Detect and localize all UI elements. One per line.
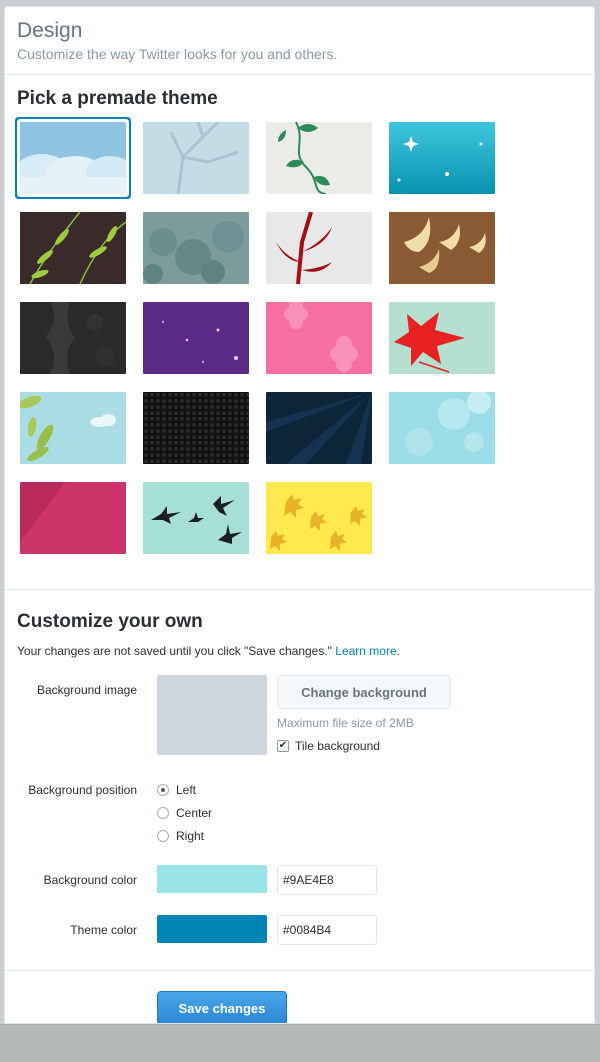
background-image-preview bbox=[157, 675, 267, 755]
save-note: Your changes are not saved until you cli… bbox=[17, 644, 400, 658]
change-background-button[interactable]: Change background bbox=[277, 675, 451, 709]
theme-winter-branches[interactable] bbox=[143, 122, 249, 194]
position-center-radio[interactable] bbox=[157, 807, 169, 819]
tile-background-option[interactable]: ✔ Tile background bbox=[277, 739, 380, 753]
position-right-label: Right bbox=[176, 829, 205, 843]
position-right-option[interactable]: Right bbox=[157, 829, 204, 843]
customize-heading: Customize your own bbox=[17, 611, 203, 632]
theme-color-swatch[interactable] bbox=[157, 915, 267, 943]
position-left-radio[interactable] bbox=[157, 784, 169, 796]
theme-clouds[interactable] bbox=[20, 122, 126, 194]
section-divider bbox=[5, 589, 594, 590]
theme-foliage[interactable] bbox=[143, 212, 249, 284]
background-image-label: Background image bbox=[36, 683, 137, 697]
save-note-text: Your changes are not saved until you cli… bbox=[17, 644, 336, 658]
theme-navy-rays[interactable] bbox=[266, 392, 372, 464]
theme-birds-silhouette[interactable] bbox=[143, 482, 249, 554]
theme-hex-black[interactable] bbox=[143, 392, 249, 464]
theme-bokeh-aqua[interactable] bbox=[389, 392, 495, 464]
theme-sparkle-teal[interactable] bbox=[389, 122, 495, 194]
background-color-swatch[interactable] bbox=[157, 865, 267, 893]
position-center-option[interactable]: Center bbox=[157, 806, 212, 820]
design-header: Design Customize the way Twitter looks f… bbox=[5, 7, 594, 75]
tile-background-checkbox[interactable]: ✔ bbox=[277, 740, 289, 752]
theme-dark-grunge[interactable] bbox=[20, 302, 126, 374]
theme-purple-stars[interactable] bbox=[143, 302, 249, 374]
page-title: Design bbox=[17, 19, 83, 42]
theme-red-leaves[interactable] bbox=[389, 302, 495, 374]
save-changes-button[interactable]: Save changes bbox=[157, 991, 287, 1023]
learn-more-link[interactable]: Learn more bbox=[335, 644, 396, 658]
position-left-option[interactable]: Left bbox=[157, 783, 196, 797]
theme-red-branch[interactable] bbox=[266, 212, 372, 284]
theme-color-label: Theme color bbox=[70, 923, 137, 937]
save-note-end: . bbox=[396, 644, 400, 658]
tile-background-label: Tile background bbox=[295, 739, 380, 753]
position-center-label: Center bbox=[176, 806, 213, 820]
position-left-label: Left bbox=[176, 783, 197, 797]
max-file-size-hint: Maximum file size of 2MB bbox=[277, 716, 414, 730]
theme-pink-flowers[interactable] bbox=[266, 302, 372, 374]
premade-theme-heading: Pick a premade theme bbox=[17, 88, 218, 109]
background-color-input[interactable] bbox=[277, 865, 377, 895]
footer-divider bbox=[5, 970, 594, 971]
position-right-radio[interactable] bbox=[157, 830, 169, 842]
theme-birds-gold[interactable] bbox=[389, 212, 495, 284]
theme-vine[interactable] bbox=[266, 122, 372, 194]
theme-bamboo[interactable] bbox=[20, 212, 126, 284]
page-bottom-strip bbox=[0, 1024, 600, 1062]
page-subtitle: Customize the way Twitter looks for you … bbox=[17, 46, 338, 62]
background-position-label: Background position bbox=[28, 783, 137, 797]
theme-color-input[interactable] bbox=[277, 915, 377, 945]
background-color-label: Background color bbox=[43, 873, 137, 887]
theme-magenta[interactable] bbox=[20, 482, 126, 554]
theme-leaves-sky[interactable] bbox=[20, 392, 126, 464]
theme-yellow-leaves[interactable] bbox=[266, 482, 372, 554]
design-panel: Design Customize the way Twitter looks f… bbox=[4, 6, 595, 1024]
